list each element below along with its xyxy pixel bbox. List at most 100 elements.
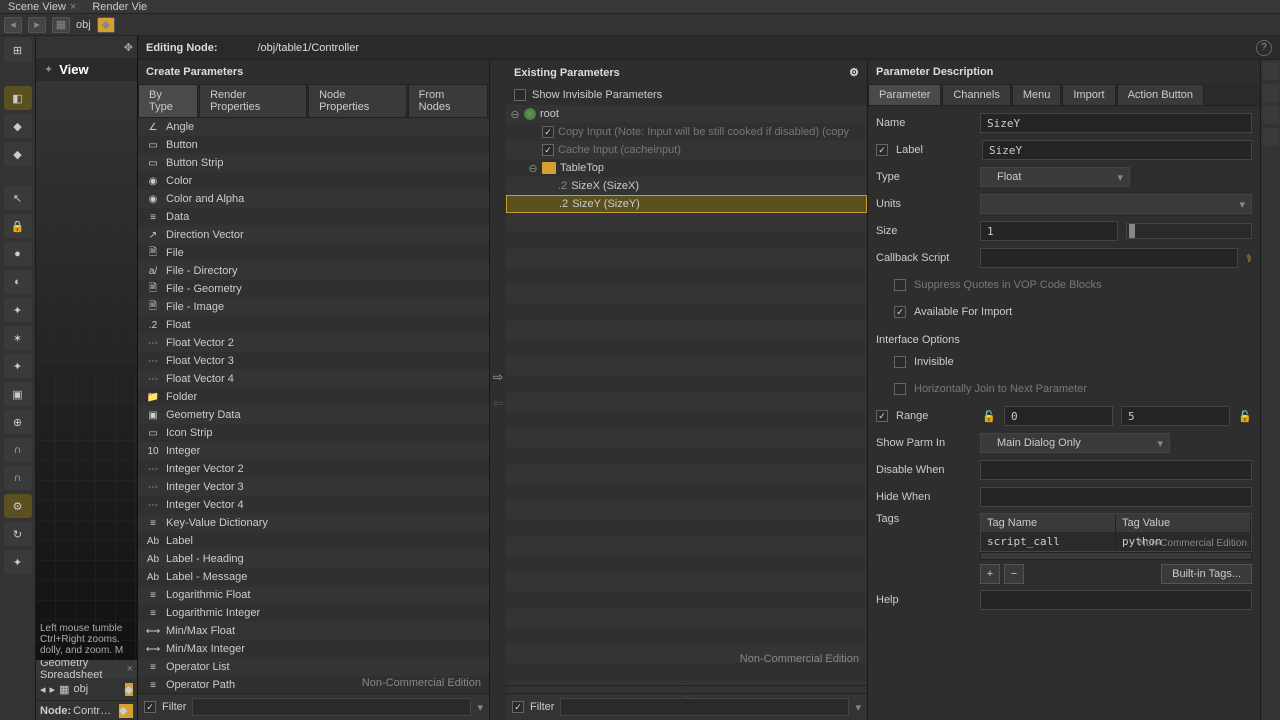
lock-max-icon[interactable]: 🔓 bbox=[1238, 410, 1252, 423]
tab-from-nodes[interactable]: From Nodes bbox=[408, 84, 488, 117]
node-value[interactable]: Contr… bbox=[73, 705, 111, 717]
type-item[interactable]: ∠Angle bbox=[138, 118, 489, 136]
range-min-input[interactable] bbox=[1004, 406, 1113, 426]
lock-min-icon[interactable]: 🔓 bbox=[982, 410, 996, 423]
camera-icon[interactable]: ✦ bbox=[44, 63, 53, 76]
invisible-checkbox[interactable] bbox=[894, 356, 906, 368]
type-item[interactable]: ⟷Min/Max Integer bbox=[138, 640, 489, 658]
dropdown-icon[interactable]: ▾ bbox=[477, 701, 483, 714]
range-max-input[interactable] bbox=[1121, 406, 1230, 426]
pointer-tool-icon[interactable]: ↖ bbox=[4, 186, 32, 210]
tool-icon[interactable] bbox=[1263, 84, 1279, 102]
type-item[interactable]: ▣Geometry Data bbox=[138, 406, 489, 424]
size-slider[interactable] bbox=[1126, 223, 1252, 239]
type-item[interactable]: ⋯Float Vector 2 bbox=[138, 334, 489, 352]
grid-tool-icon[interactable]: ⊞ bbox=[4, 38, 32, 62]
type-item[interactable]: ◉Color bbox=[138, 172, 489, 190]
type-item[interactable]: ⋯Integer Vector 4 bbox=[138, 496, 489, 514]
checkbox[interactable] bbox=[542, 144, 554, 156]
type-item[interactable]: ⋯Integer Vector 3 bbox=[138, 478, 489, 496]
obj-icon[interactable]: ▦ bbox=[59, 683, 69, 696]
filter-input[interactable] bbox=[192, 698, 471, 716]
node-icon[interactable]: ◆ bbox=[119, 704, 133, 718]
obj-icon[interactable]: ▦ bbox=[52, 17, 70, 33]
type-item[interactable]: ≡Data bbox=[138, 208, 489, 226]
path-text[interactable]: obj bbox=[76, 19, 91, 31]
forward-button[interactable]: ▸ bbox=[28, 17, 46, 33]
dropdown-icon[interactable]: ▾ bbox=[855, 701, 861, 714]
type-item[interactable]: ⟷Min/Max Float bbox=[138, 622, 489, 640]
tab-channels[interactable]: Channels bbox=[942, 84, 1010, 105]
tool-icon[interactable] bbox=[1263, 128, 1279, 146]
filter-input[interactable] bbox=[560, 698, 849, 716]
horiz-checkbox[interactable] bbox=[894, 383, 906, 395]
tree-row-sizex[interactable]: .2 SizeX (SizeX) bbox=[506, 177, 867, 195]
type-item[interactable]: 🗎File bbox=[138, 244, 489, 262]
add-tag-button[interactable]: + bbox=[980, 564, 1000, 584]
checkbox[interactable] bbox=[542, 126, 554, 138]
tool-icon[interactable]: ✦ bbox=[4, 298, 32, 322]
scroll-handle[interactable] bbox=[506, 685, 867, 693]
gear-tool-icon[interactable]: ⚙ bbox=[4, 494, 32, 518]
tag-value-header[interactable]: Tag Value bbox=[1116, 514, 1251, 532]
type-item[interactable]: ≡Operator List bbox=[138, 658, 489, 676]
type-item[interactable]: ⋯Float Vector 4 bbox=[138, 370, 489, 388]
tool-icon[interactable]: ↻ bbox=[4, 522, 32, 546]
tag-name-header[interactable]: Tag Name bbox=[981, 514, 1116, 532]
param-tree[interactable]: ⊖ root Copy Input (Note: Input will be s… bbox=[506, 105, 867, 685]
pin-icon[interactable]: ◆ bbox=[125, 683, 133, 696]
type-item[interactable]: ⋯Float Vector 3 bbox=[138, 352, 489, 370]
size-input[interactable] bbox=[980, 221, 1118, 241]
hidewhen-input[interactable] bbox=[980, 487, 1252, 507]
tree-row-sizey[interactable]: .2 SizeY (SizeY) bbox=[506, 195, 867, 213]
range-checkbox[interactable] bbox=[876, 410, 888, 422]
tab-render-view[interactable]: Render Vie bbox=[84, 0, 155, 13]
remove-tag-button[interactable]: − bbox=[1004, 564, 1024, 584]
tree-row-root[interactable]: ⊖ root bbox=[506, 105, 867, 123]
type-item[interactable]: 🗎File - Geometry bbox=[138, 280, 489, 298]
tab-action-button[interactable]: Action Button bbox=[1117, 84, 1204, 105]
select-tool-icon[interactable]: ◧ bbox=[4, 86, 32, 110]
type-item[interactable]: ▭Icon Strip bbox=[138, 424, 489, 442]
tab-parameter[interactable]: Parameter bbox=[868, 84, 941, 105]
type-item[interactable]: a/File - Directory bbox=[138, 262, 489, 280]
type-item[interactable]: ≡Logarithmic Float bbox=[138, 586, 489, 604]
arrow-right-icon[interactable]: ⇨ bbox=[493, 370, 503, 384]
type-item[interactable]: AbLabel - Heading bbox=[138, 550, 489, 568]
type-item[interactable]: ◉Color and Alpha bbox=[138, 190, 489, 208]
python-icon[interactable]: ⚕ bbox=[1246, 252, 1252, 265]
path-text[interactable]: obj bbox=[73, 683, 88, 695]
viewport[interactable]: Left mouse tumble Ctrl+Right zooms. doll… bbox=[36, 81, 137, 660]
type-item[interactable]: ≡Logarithmic Integer bbox=[138, 604, 489, 622]
tool-icon[interactable]: ✦ bbox=[4, 550, 32, 574]
filter-checkbox[interactable] bbox=[512, 701, 524, 713]
type-item[interactable]: ⋯Integer Vector 2 bbox=[138, 460, 489, 478]
close-icon[interactable]: × bbox=[70, 1, 76, 13]
back-button[interactable]: ◂ bbox=[4, 17, 22, 33]
tool-icon[interactable]: ∩ bbox=[4, 438, 32, 462]
help-input[interactable] bbox=[980, 590, 1252, 610]
tab-node-properties[interactable]: Node Properties bbox=[308, 84, 407, 117]
type-item[interactable]: ▭Button Strip bbox=[138, 154, 489, 172]
builtin-tags-button[interactable]: Built-in Tags... bbox=[1161, 564, 1252, 584]
type-item[interactable]: ▭Button bbox=[138, 136, 489, 154]
type-select[interactable]: Float bbox=[980, 167, 1130, 187]
tool-icon[interactable]: ◆ bbox=[4, 142, 32, 166]
type-item[interactable]: 10Integer bbox=[138, 442, 489, 460]
tags-table[interactable]: Tag Name Tag Value script_call python No… bbox=[980, 513, 1252, 552]
tool-icon[interactable] bbox=[1263, 106, 1279, 124]
tab-menu[interactable]: Menu bbox=[1012, 84, 1062, 105]
type-item[interactable]: ≡Key-Value Dictionary bbox=[138, 514, 489, 532]
tool-icon[interactable]: ✦ bbox=[4, 354, 32, 378]
name-input[interactable] bbox=[980, 113, 1252, 133]
tree-row-copyinput[interactable]: Copy Input (Note: Input will be still co… bbox=[506, 123, 867, 141]
tool-icon[interactable]: ⊕ bbox=[4, 410, 32, 434]
tool-icon[interactable]: ● bbox=[4, 242, 32, 266]
type-item[interactable]: 🗎File - Image bbox=[138, 298, 489, 316]
avail-checkbox[interactable] bbox=[894, 306, 906, 318]
tool-icon[interactable]: ▣ bbox=[4, 382, 32, 406]
tree-row-cacheinput[interactable]: Cache Input (cacheinput) bbox=[506, 141, 867, 159]
collapse-icon[interactable]: ⊖ bbox=[528, 162, 538, 175]
suppress-checkbox[interactable] bbox=[894, 279, 906, 291]
collapse-icon[interactable]: ⊖ bbox=[510, 108, 520, 121]
